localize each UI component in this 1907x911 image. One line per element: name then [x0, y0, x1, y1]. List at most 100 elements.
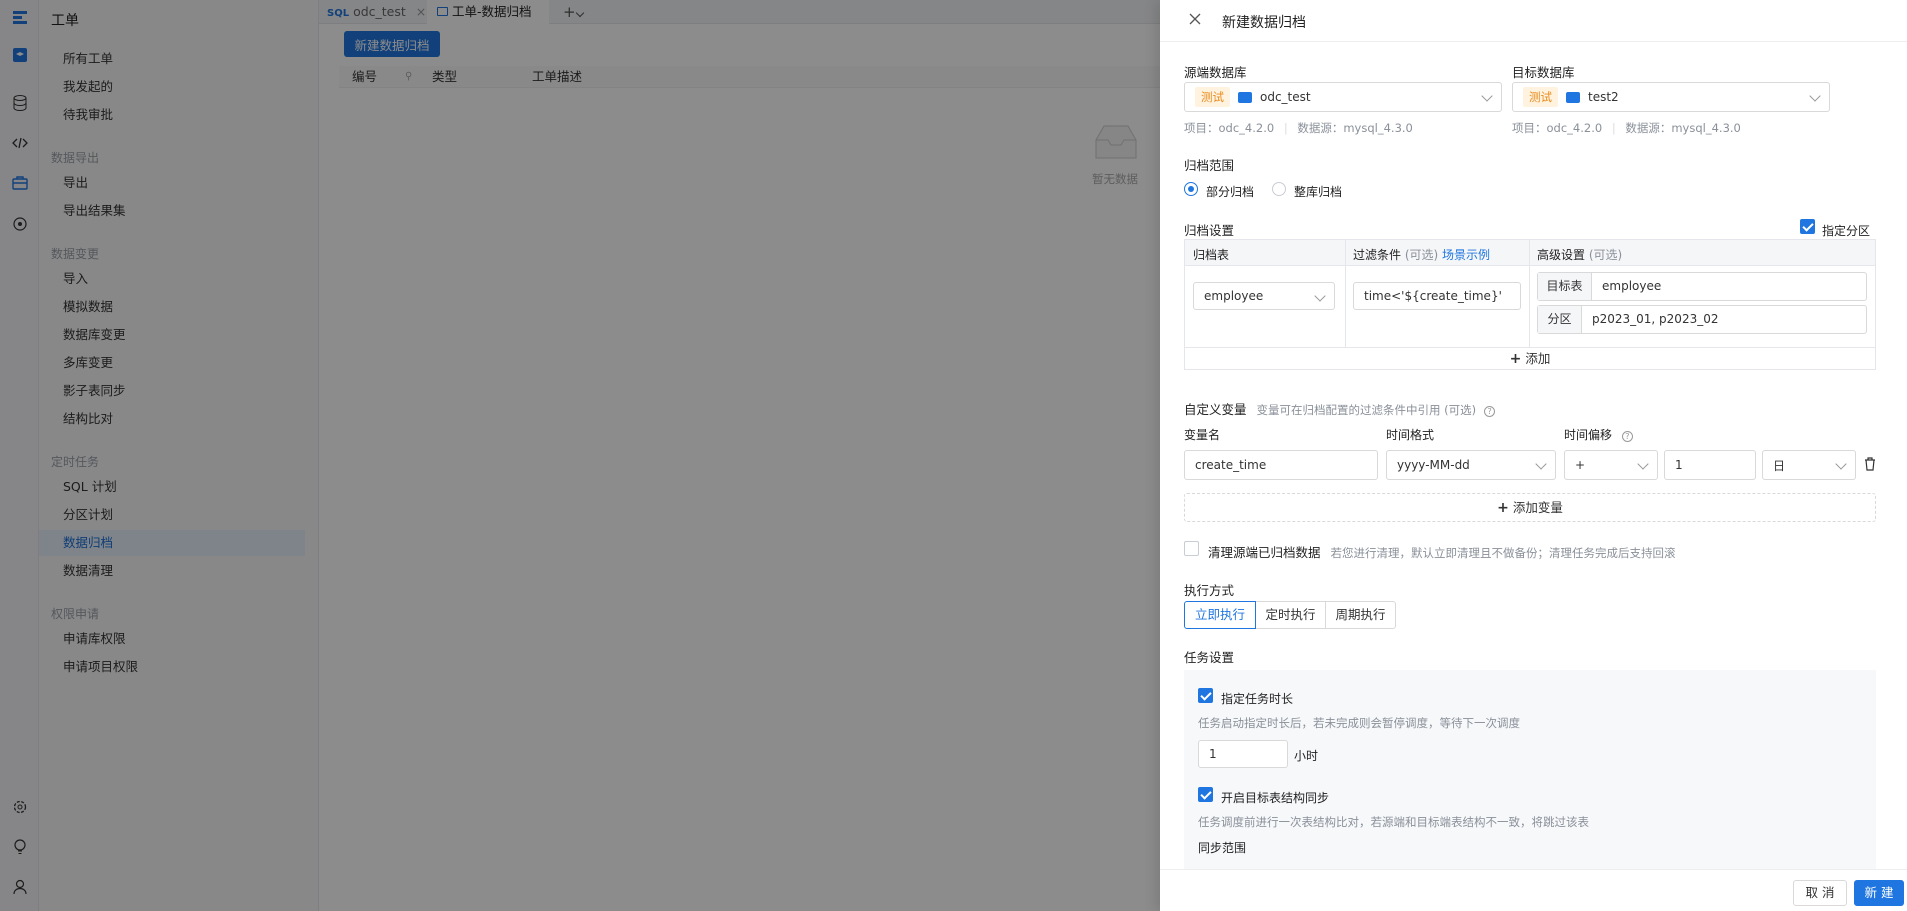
source-project: 项目：odc_4.2.0 [1184, 121, 1275, 135]
scope-partial-radio[interactable] [1184, 182, 1198, 196]
schema-sync-label[interactable]: 开启目标表结构同步 [1221, 789, 1329, 806]
source-db-select[interactable]: 测试 odc_test [1184, 82, 1502, 112]
drawer-mask[interactable] [0, 0, 1160, 911]
execution-label: 执行方式 [1184, 583, 1235, 598]
chevron-down-icon [1637, 458, 1649, 470]
help-icon[interactable]: ? [1621, 431, 1633, 442]
var-format-select[interactable]: yyyy-MM-dd [1386, 450, 1556, 480]
scope-all-radio[interactable] [1272, 182, 1286, 196]
col-table: 归档表 [1193, 248, 1230, 262]
task-duration-label[interactable]: 指定任务时长 [1221, 690, 1293, 707]
target-table-addon: 目标表 [1538, 273, 1592, 300]
cleanup-option[interactable]: 清理源端已归档数据 若您进行清理，默认立即清理且不做备份；清理任务完成后支持回滚 [1208, 542, 1676, 561]
app-root: 工单 所有工单 我发起的 待我审批 数据导出 导出 导出结果集 数据变更 导入 … [0, 0, 1907, 911]
source-datasource: 数据源：mysql_4.3.0 [1297, 121, 1413, 135]
plus-icon: + [1497, 500, 1509, 516]
settings-label: 归档设置 [1184, 223, 1235, 238]
cleanup-hint: 若您进行清理，默认立即清理且不做备份；清理任务完成后支持回滚 [1330, 546, 1676, 560]
var-unit-select[interactable]: 日 [1762, 450, 1856, 480]
optional-text: (可选) [1588, 248, 1623, 262]
scope-all-label[interactable]: 整库归档 [1294, 183, 1342, 200]
specify-partition-label[interactable]: 指定分区 [1822, 222, 1870, 239]
filter-input[interactable]: time<'${create_time}' [1353, 282, 1521, 310]
var-op-value: + [1575, 458, 1586, 472]
optional-text: (可选) [1404, 248, 1439, 262]
task-duration-unit: 小时 [1294, 749, 1319, 763]
chevron-down-icon [1314, 290, 1326, 302]
sync-scope-label: 同步范围 [1198, 841, 1247, 855]
cleanup-label: 清理源端已归档数据 [1208, 545, 1321, 560]
add-row-label: 添加 [1525, 351, 1551, 366]
exec-periodic-button[interactable]: 周期执行 [1325, 601, 1396, 629]
drawer-title: 新建数据归档 [1222, 15, 1306, 31]
chevron-down-icon [1809, 90, 1821, 102]
task-duration-hint: 任务启动指定时长后，若未完成则会暂停调度，等待下一次调度 [1198, 716, 1520, 730]
partition-select[interactable]: p2023_01, p2023_02 [1592, 306, 1718, 333]
cancel-button[interactable]: 取 消 [1793, 880, 1847, 906]
variables-title: 自定义变量 [1184, 402, 1247, 417]
filter-value: time<'${create_time}' [1364, 289, 1502, 303]
source-db-label: 源端数据库 [1184, 65, 1247, 80]
chevron-down-icon [1535, 458, 1547, 470]
database-icon [1566, 91, 1580, 103]
col-var-name: 变量名 [1184, 428, 1221, 442]
scope-partial-label[interactable]: 部分归档 [1206, 183, 1254, 200]
col-advanced: 高级设置 (可选) [1537, 246, 1622, 263]
task-duration-input[interactable]: 1 [1198, 740, 1288, 768]
add-row-button[interactable]: + 添加 [1185, 348, 1875, 370]
var-name-input[interactable]: create_time [1184, 450, 1378, 480]
col-var-format: 时间格式 [1386, 428, 1435, 442]
var-format-value: yyyy-MM-dd [1397, 458, 1470, 472]
col-var-offset: 时间偏移 ? [1564, 426, 1633, 443]
archive-table-select[interactable]: employee [1193, 282, 1335, 310]
drawer-header: 新建数据归档 [1160, 0, 1907, 42]
drawer-footer: 取 消 新 建 [1160, 869, 1907, 911]
var-op-select[interactable]: + [1564, 450, 1658, 480]
target-table-group: 目标表 employee [1537, 272, 1867, 301]
var-amount-value: 1 [1675, 458, 1683, 472]
specify-partition-checkbox[interactable] [1800, 219, 1815, 234]
col-filter-text: 过滤条件 [1353, 248, 1402, 262]
target-project: 项目：odc_4.2.0 [1512, 121, 1603, 135]
env-tag: 测试 [1195, 87, 1230, 107]
col-var-offset-text: 时间偏移 [1564, 428, 1613, 442]
task-duration-checkbox[interactable] [1198, 688, 1213, 703]
source-db-value: odc_test [1260, 90, 1311, 104]
schema-sync-checkbox[interactable] [1198, 787, 1213, 802]
target-meta: 项目：odc_4.2.0 | 数据源：mysql_4.3.0 [1512, 121, 1741, 135]
env-tag: 测试 [1523, 87, 1558, 107]
var-unit-value: 日 [1773, 458, 1786, 473]
plus-icon: + [1509, 351, 1522, 367]
trash-icon[interactable] [1864, 457, 1876, 474]
archive-table-value: employee [1204, 289, 1264, 303]
target-db-select[interactable]: 测试 test2 [1512, 82, 1830, 112]
exec-scheduled-button[interactable]: 定时执行 [1255, 601, 1326, 629]
close-icon[interactable] [1188, 12, 1202, 26]
submit-button[interactable]: 新 建 [1854, 880, 1904, 906]
database-icon [1238, 91, 1252, 103]
target-db-label: 目标数据库 [1512, 65, 1575, 80]
new-archive-drawer: 新建数据归档 源端数据库 测试 odc_test 项目：odc_4.2.0 | … [1160, 0, 1907, 911]
task-settings-label: 任务设置 [1184, 650, 1235, 665]
target-table-input[interactable]: employee [1602, 273, 1661, 300]
help-icon[interactable]: ? [1484, 406, 1496, 417]
var-amount-input[interactable]: 1 [1664, 450, 1756, 480]
add-variable-label: 添加变量 [1512, 500, 1563, 515]
partition-addon: 分区 [1538, 306, 1582, 333]
variables-label: 自定义变量 变量可在归档配置的过滤条件中引用 (可选) ? [1184, 399, 1496, 418]
exec-now-button[interactable]: 立即执行 [1184, 601, 1256, 629]
target-datasource: 数据源：mysql_4.3.0 [1625, 121, 1741, 135]
task-duration-value: 1 [1209, 747, 1217, 761]
example-link[interactable]: 场景示例 [1442, 248, 1490, 262]
add-variable-button[interactable]: + 添加变量 [1184, 493, 1876, 522]
archive-table: 归档表 过滤条件 (可选) 场景示例 高级设置 (可选) employee ti… [1184, 239, 1876, 370]
source-meta: 项目：odc_4.2.0 | 数据源：mysql_4.3.0 [1184, 121, 1413, 135]
cleanup-checkbox[interactable] [1184, 541, 1199, 556]
drawer-body: 源端数据库 测试 odc_test 项目：odc_4.2.0 | 数据源：mys… [1160, 42, 1907, 869]
scope-label: 归档范围 [1184, 158, 1235, 173]
chevron-down-icon [1835, 458, 1847, 470]
var-name-value: create_time [1195, 458, 1267, 472]
col-filter: 过滤条件 (可选) 场景示例 [1353, 246, 1490, 263]
archive-table-header [1185, 240, 1875, 266]
col-advanced-text: 高级设置 [1537, 248, 1586, 262]
